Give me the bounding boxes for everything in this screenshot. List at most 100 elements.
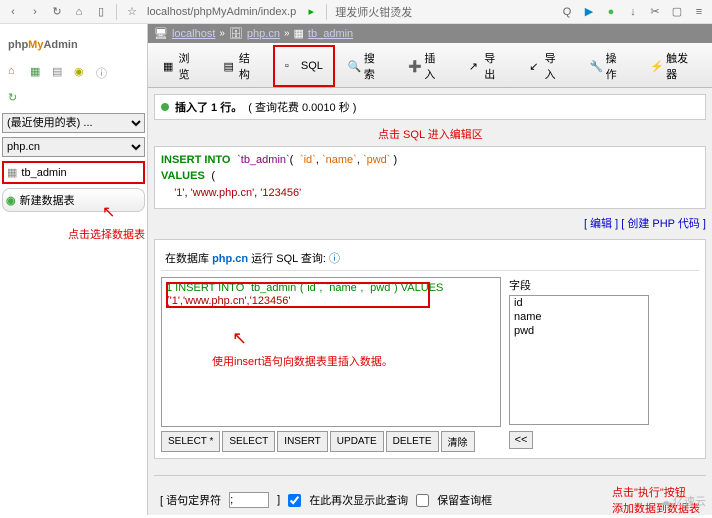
recent-tables-select[interactable]: (最近使用的表) ... bbox=[2, 113, 145, 133]
watermark: ☁亿速云 bbox=[660, 493, 706, 509]
arrow-icon: ↖ bbox=[102, 202, 115, 222]
fields-label: 字段 bbox=[509, 277, 649, 293]
footer-options: [ 语句定界符 ] 在此再次显示此查询 保留查询框 点击"执行"按钮 添加数据到… bbox=[154, 475, 706, 518]
tab-operations[interactable]: 🔧操作 bbox=[579, 45, 637, 87]
cloud-icon: ☁ bbox=[660, 495, 671, 508]
sql-icon[interactable]: ▤ bbox=[52, 65, 66, 79]
search-icon[interactable]: Q bbox=[560, 5, 574, 19]
tab-search[interactable]: 🔍搜索 bbox=[337, 45, 395, 87]
fields-list[interactable]: id name pwd bbox=[509, 295, 649, 425]
selectall-button[interactable]: SELECT * bbox=[161, 431, 220, 452]
search-icon: 🔍 bbox=[348, 60, 360, 72]
help-icon[interactable]: ⓘ bbox=[329, 253, 340, 265]
play-blue-icon[interactable]: ▶ bbox=[582, 5, 596, 19]
sidebar-icons: ⌂ ▦ ▤ ◉ ⓘ bbox=[2, 61, 145, 83]
status-icon[interactable]: ◉ bbox=[74, 65, 88, 79]
refresh-icon[interactable]: ↻ bbox=[8, 91, 22, 105]
crumb-table[interactable]: tb_admin bbox=[308, 28, 353, 40]
table-name: tb_admin bbox=[21, 167, 66, 179]
main: phpMyAdmin ⌂ ▦ ▤ ◉ ⓘ ↻ (最近使用的表) ... php.… bbox=[0, 24, 712, 515]
edit-link[interactable]: [ 编辑 ] bbox=[584, 218, 618, 230]
sql-editor-area: 1 INSERT INTO `tb_admin`(`id`, `name`, `… bbox=[161, 277, 699, 452]
menu-icon[interactable]: ≡ bbox=[692, 5, 706, 19]
cut-icon[interactable]: ✂ bbox=[648, 5, 662, 19]
panel-header: 在数据库 php.cn 运行 SQL 查询: ⓘ bbox=[161, 246, 699, 271]
sidebar: phpMyAdmin ⌂ ▦ ▤ ◉ ⓘ ↻ (最近使用的表) ... php.… bbox=[0, 24, 148, 515]
sql-editor[interactable]: 1 INSERT INTO `tb_admin`(`id`, `name`, `… bbox=[161, 277, 501, 427]
tab-triggers[interactable]: ⚡触发器 bbox=[639, 45, 708, 87]
browse-icon: ▦ bbox=[163, 60, 174, 72]
logo: phpMyAdmin bbox=[2, 28, 145, 57]
query-buttons: SELECT * SELECT INSERT UPDATE DELETE 清除 bbox=[161, 431, 501, 452]
structure-icon: ▤ bbox=[223, 60, 234, 72]
tab-structure[interactable]: ▤结构 bbox=[212, 45, 270, 87]
tab-insert[interactable]: ➕插入 bbox=[397, 45, 455, 87]
field-item[interactable]: name bbox=[510, 310, 648, 324]
play-icon[interactable]: ▸ bbox=[304, 5, 318, 19]
bookmark-icon[interactable]: ▯ bbox=[94, 5, 108, 19]
query-icon[interactable]: ▦ bbox=[30, 65, 44, 79]
insert-button[interactable]: INSERT bbox=[277, 431, 328, 452]
check-icon bbox=[161, 103, 169, 111]
success-message: 插入了 1 行。 ( 查询花费 0.0010 秒 ) bbox=[154, 94, 706, 120]
download-icon[interactable]: ↓ bbox=[626, 5, 640, 19]
show-again-checkbox[interactable] bbox=[288, 494, 301, 507]
fields-panel: 字段 id name pwd << bbox=[509, 277, 649, 452]
export-icon: ↗ bbox=[469, 60, 480, 72]
tab-title[interactable]: 理发师火钳烫发 bbox=[335, 4, 412, 20]
home-icon[interactable]: ⌂ bbox=[72, 5, 86, 19]
tab-browse[interactable]: ▦浏览 bbox=[152, 45, 210, 87]
annotation-insert: 使用insert语句向数据表里插入数据。 bbox=[212, 353, 393, 369]
database-select[interactable]: php.cn bbox=[2, 137, 145, 157]
import-icon: ↙ bbox=[529, 60, 540, 72]
back-icon[interactable]: ‹ bbox=[6, 5, 20, 19]
tab-import[interactable]: ↙导入 bbox=[518, 45, 576, 87]
home-icon[interactable]: ⌂ bbox=[8, 65, 22, 79]
tab-export[interactable]: ↗导出 bbox=[458, 45, 516, 87]
table-icon: ▦ bbox=[294, 27, 304, 40]
scroll-left-button[interactable]: << bbox=[509, 431, 533, 449]
field-item[interactable]: pwd bbox=[510, 324, 648, 338]
new-table-button[interactable]: ◉ 新建数据表 bbox=[2, 188, 145, 212]
delimiter-input[interactable] bbox=[229, 492, 269, 508]
table-icon: ▦ bbox=[7, 166, 17, 179]
tabs: ▦浏览 ▤结构 ▫SQL 🔍搜索 ➕插入 ↗导出 ↙导入 🔧操作 ⚡触发器 bbox=[148, 43, 712, 88]
tab-sql[interactable]: ▫SQL bbox=[273, 45, 335, 87]
server-icon: 🖥 bbox=[154, 27, 168, 40]
star-icon[interactable]: ☆ bbox=[125, 5, 139, 19]
chat-icon[interactable]: ● bbox=[604, 5, 618, 19]
query-links: [ 编辑 ] [ 创建 PHP 代码 ] bbox=[148, 213, 712, 233]
arrow-icon: ↖ bbox=[232, 328, 247, 349]
retain-checkbox[interactable] bbox=[416, 494, 429, 507]
delete-button[interactable]: DELETE bbox=[386, 431, 439, 452]
sql-icon: ▫ bbox=[285, 60, 297, 72]
create-php-link[interactable]: [ 创建 PHP 代码 ] bbox=[621, 218, 706, 230]
address-text[interactable]: localhost/phpMyAdmin/index.p bbox=[147, 6, 296, 18]
sql-panel: 在数据库 php.cn 运行 SQL 查询: ⓘ 1 INSERT INTO `… bbox=[154, 239, 706, 459]
ops-icon: 🔧 bbox=[590, 60, 602, 72]
forward-icon[interactable]: › bbox=[28, 5, 42, 19]
separator bbox=[326, 4, 327, 20]
breadcrumb: 🖥localhost » 🗄php.cn » ▦tb_admin bbox=[148, 24, 712, 43]
add-icon: ◉ bbox=[6, 194, 16, 207]
reload-icon[interactable]: ↻ bbox=[50, 5, 64, 19]
annotation-click-sql: 点击 SQL 进入编辑区 bbox=[378, 126, 712, 142]
content: 🖥localhost » 🗄php.cn » ▦tb_admin ▦浏览 ▤结构… bbox=[148, 24, 712, 515]
crumb-host[interactable]: localhost bbox=[172, 28, 215, 40]
insert-icon: ➕ bbox=[408, 60, 420, 72]
trigger-icon: ⚡ bbox=[650, 60, 662, 72]
crumb-db[interactable]: php.cn bbox=[247, 28, 280, 40]
table-entry[interactable]: ▦ tb_admin bbox=[2, 161, 145, 184]
separator bbox=[116, 4, 117, 20]
help-icon[interactable]: ⓘ bbox=[96, 65, 110, 79]
annotation-select-table: 点击选择数据表 bbox=[2, 216, 145, 242]
field-item[interactable]: id bbox=[510, 296, 648, 310]
clear-button[interactable]: 清除 bbox=[441, 431, 475, 452]
browser-toolbar: ‹ › ↻ ⌂ ▯ ☆ localhost/phpMyAdmin/index.p… bbox=[0, 0, 712, 24]
update-button[interactable]: UPDATE bbox=[330, 431, 384, 452]
executed-query: INSERT INTO `tb_admin`( `id`, `name`, `p… bbox=[154, 146, 706, 209]
sidebar-icons-2: ↻ bbox=[2, 87, 145, 109]
select-button[interactable]: SELECT bbox=[222, 431, 275, 452]
db-icon: 🗄 bbox=[229, 27, 243, 40]
copy-icon[interactable]: ▢ bbox=[670, 5, 684, 19]
